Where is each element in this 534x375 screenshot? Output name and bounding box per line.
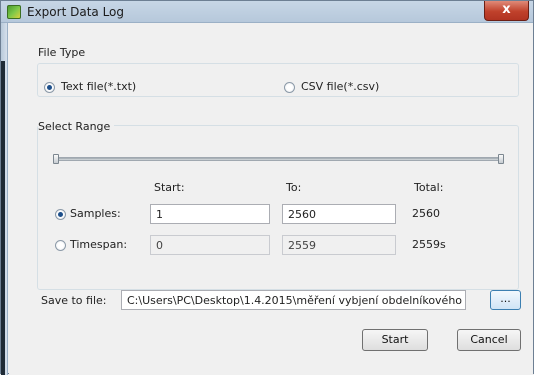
save-path-input[interactable]: C:\Users\PC\Desktop\1.4.2015\měření vybj… [121,290,466,310]
to-column-header: To: [286,181,302,194]
save-to-file-label: Save to file: [41,294,107,307]
radio-csv-file-label[interactable]: CSV file(*.csv) [301,80,379,93]
radio-csv-file[interactable] [284,82,295,93]
timespan-start-input[interactable]: 0 [150,235,270,255]
close-button[interactable]: x [484,1,529,21]
start-column-header: Start: [154,181,185,194]
timespan-to-input[interactable]: 2559 [282,235,396,255]
timespan-label[interactable]: Timespan: [70,238,127,251]
samples-total: 2560 [412,207,440,220]
export-dialog: Export Data Log x File Type Text file(*.… [0,0,534,375]
window-title: Export Data Log [27,5,124,19]
radio-samples[interactable] [55,209,66,220]
range-slider-high-handle[interactable] [498,154,504,164]
radio-text-file-label[interactable]: Text file(*.txt) [61,80,136,93]
radio-text-file[interactable] [44,82,55,93]
total-column-header: Total: [414,181,444,194]
radio-timespan[interactable] [55,240,66,251]
dialog-content: File Type Text file(*.txt) CSV file(*.cs… [9,24,533,374]
window-frame-shadow [1,61,5,375]
browse-button[interactable]: ... [490,290,521,310]
title-bar[interactable]: Export Data Log x [1,1,533,23]
samples-label[interactable]: Samples: [70,207,121,220]
samples-to-input[interactable]: 2560 [282,204,396,224]
samples-start-input[interactable]: 1 [150,204,270,224]
timespan-total: 2559s [412,238,446,251]
range-slider-low-handle[interactable] [53,154,59,164]
file-type-label: File Type [38,46,86,59]
start-button[interactable]: Start [362,329,428,351]
app-icon [7,5,21,19]
cancel-button[interactable]: Cancel [457,329,521,351]
select-range-label: Select Range [38,120,115,133]
range-slider-track[interactable] [57,157,503,161]
